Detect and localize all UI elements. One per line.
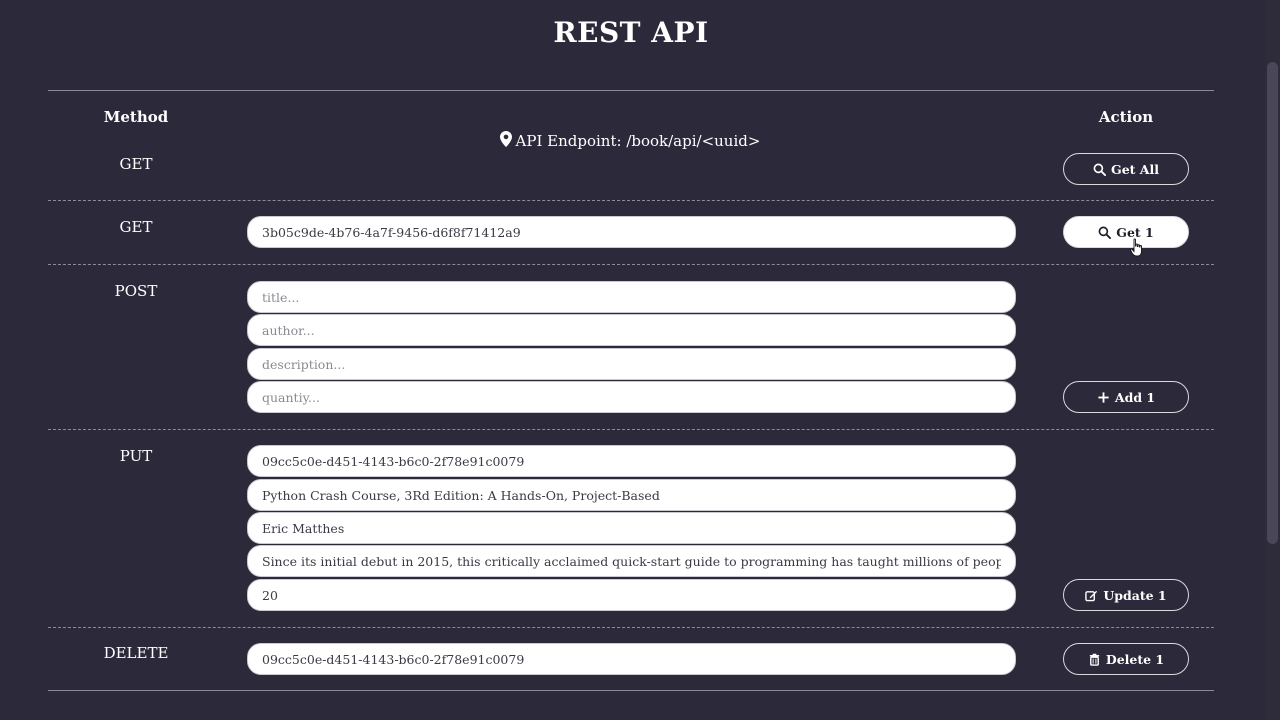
api-endpoint: API Endpoint: /book/api/<uuid> [380,131,880,151]
get-one-button[interactable]: Get 1 [1063,216,1189,248]
row-divider [48,429,1214,430]
post-title-input[interactable] [247,281,1016,313]
row-divider [48,200,1214,201]
update-one-button[interactable]: Update 1 [1063,579,1189,611]
get-uuid-input[interactable] [247,216,1016,248]
delete-one-button[interactable]: Delete 1 [1063,643,1189,675]
search-icon [1093,163,1107,176]
delete-one-button-label: Delete 1 [1105,651,1165,667]
page-title: REST API [553,16,709,49]
put-quantity-input[interactable] [247,579,1016,611]
get-all-button-label: Get All [1111,161,1159,177]
delete-uuid-input[interactable] [247,643,1016,675]
method-delete: DELETE [103,644,169,662]
title-divider [48,90,1214,91]
method-column-header: Method [103,108,169,126]
search-icon [1098,226,1112,239]
post-author-input[interactable] [247,314,1016,346]
section-divider [48,690,1214,691]
put-title-input[interactable] [247,479,1016,511]
method-post: POST [114,282,158,300]
api-endpoint-label: API Endpoint: /book/api/<uuid> [515,132,761,150]
post-quantity-input[interactable] [247,381,1016,413]
trash-icon [1088,653,1101,666]
plus-icon [1097,391,1110,404]
action-column-header: Action [1098,108,1154,126]
method-get-all: GET [119,155,153,173]
row-divider [48,627,1214,628]
hand-cursor-icon [1130,238,1142,257]
scrollbar-thumb[interactable] [1267,62,1278,544]
put-description-input[interactable] [247,545,1016,577]
page: REST API Method Action API Endpoint: /bo… [0,0,1280,720]
get-all-button[interactable]: Get All [1063,153,1189,185]
add-one-button[interactable]: Add 1 [1063,381,1189,413]
update-one-button-label: Update 1 [1103,587,1167,603]
edit-icon [1085,589,1098,602]
put-author-input[interactable] [247,512,1016,544]
post-description-input[interactable] [247,348,1016,380]
put-uuid-input[interactable] [247,445,1016,477]
method-get-one: GET [119,218,153,236]
map-pin-icon [499,131,512,151]
row-divider [48,264,1214,265]
method-put: PUT [119,447,153,465]
add-one-button-label: Add 1 [1114,389,1156,405]
